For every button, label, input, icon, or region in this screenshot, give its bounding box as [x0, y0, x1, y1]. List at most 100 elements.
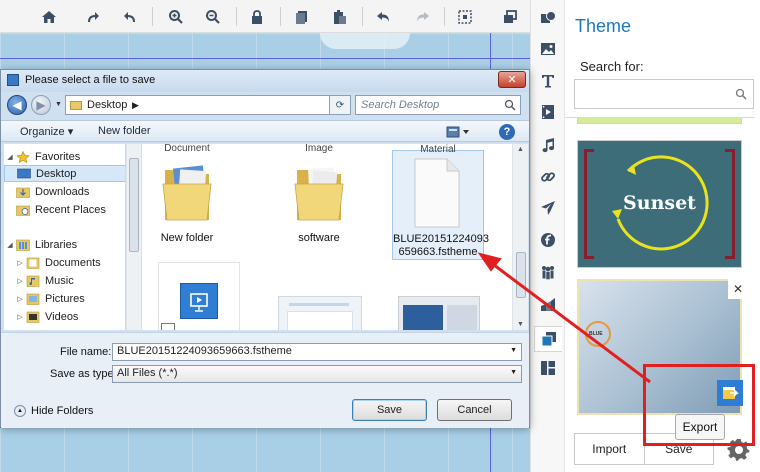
history-dropdown-icon[interactable]: ▼	[55, 101, 62, 108]
expand-icon[interactable]: ▷	[14, 295, 26, 303]
navigation-scrollbar[interactable]	[126, 144, 141, 330]
nav-recent-places[interactable]: Recent Places	[4, 201, 125, 218]
select-area-icon[interactable]	[454, 6, 476, 28]
expand-icon[interactable]: ▷	[14, 259, 26, 267]
redo-icon[interactable]	[411, 6, 433, 28]
navigation-pane: ◢ Favorites Desktop Downloads Recent Pla…	[4, 144, 126, 330]
link-icon[interactable]	[538, 167, 558, 187]
chart-icon[interactable]	[538, 294, 558, 314]
help-icon[interactable]: ?	[499, 124, 515, 140]
group-icon[interactable]	[499, 6, 521, 28]
downloads-icon	[16, 187, 30, 198]
nav-libraries[interactable]: ◢ Libraries	[4, 236, 125, 253]
lock-icon[interactable]	[246, 6, 268, 28]
video-icon[interactable]	[538, 102, 558, 122]
file-caption: New folder	[160, 232, 214, 244]
home-icon[interactable]	[38, 6, 60, 28]
theme-thumbnail-partial[interactable]	[577, 118, 742, 124]
file-name-label: File name:	[60, 346, 112, 358]
nav-pictures[interactable]: ▷ Pictures	[4, 290, 125, 307]
organize-menu[interactable]: Organize ▾	[20, 125, 73, 138]
save-type-value: All Files (*.*)	[117, 367, 178, 379]
file-caption: software	[298, 232, 340, 244]
nav-favorites[interactable]: ◢ Favorites	[4, 148, 125, 165]
search-icon[interactable]	[735, 88, 747, 100]
theme-name-sunset: Sunset	[623, 192, 696, 214]
theme-thumbnail-sunset[interactable]: Sunset	[577, 140, 742, 268]
shape-icon[interactable]	[538, 8, 558, 28]
zoom-in-icon[interactable]	[165, 6, 187, 28]
undo-icon[interactable]	[373, 6, 395, 28]
chevron-down-icon[interactable]: ▼	[510, 347, 517, 354]
toolbar-separator	[280, 7, 281, 26]
cancel-button[interactable]: Cancel	[437, 399, 512, 421]
forward-arrow-icon[interactable]: ▶	[31, 95, 51, 115]
plane-icon[interactable]	[538, 198, 558, 218]
file-name-input[interactable]: BLUE20151224093659663.fstheme ▼	[112, 343, 522, 361]
file-presentation-app[interactable]	[158, 262, 240, 330]
search-desktop-input[interactable]: Search Desktop	[355, 95, 521, 115]
folder-new-folder[interactable]: Document New folder	[142, 144, 232, 260]
chevron-down-icon[interactable]: ▼	[510, 369, 517, 376]
search-icon[interactable]	[504, 99, 516, 111]
desktop-icon	[17, 168, 31, 178]
pictures-icon	[26, 293, 40, 305]
nav-label: Desktop	[36, 167, 77, 180]
view-options-icon[interactable]	[445, 124, 471, 140]
refresh-icon[interactable]: ⟳	[329, 95, 351, 115]
folder-icon	[70, 101, 82, 110]
hide-folders-toggle[interactable]: ▲ Hide Folders	[14, 405, 93, 417]
thumbnail-panel	[447, 305, 477, 330]
new-folder-button[interactable]: New folder	[98, 125, 151, 137]
file-window-thumbnail[interactable]	[398, 296, 480, 330]
file-blue-theme[interactable]: Material BLUE20151224093 659663.fstheme	[392, 144, 489, 260]
theme-search-input[interactable]	[574, 79, 754, 109]
scroll-down-icon[interactable]: ▼	[517, 321, 524, 328]
nav-label: Recent Places	[35, 203, 106, 216]
music-icon[interactable]	[538, 135, 558, 155]
top-toolbar	[0, 0, 530, 33]
file-list-scrollbar[interactable]: ▲ ▼	[512, 144, 528, 330]
import-button[interactable]: Import	[575, 434, 644, 464]
save-type-select[interactable]: All Files (*.*) ▼	[112, 365, 522, 383]
delete-theme-close-icon[interactable]: ✕	[728, 279, 748, 299]
chevron-right-icon[interactable]: ▶	[132, 100, 139, 111]
nav-videos[interactable]: ▷ Videos	[4, 308, 125, 325]
file-screenshot-thumbnail[interactable]	[278, 296, 362, 330]
nav-music[interactable]: ▷ Music	[4, 272, 125, 289]
copy-icon[interactable]	[291, 6, 313, 28]
scroll-thumb[interactable]	[516, 252, 526, 298]
toolbar-separator	[152, 7, 153, 26]
dialog-close-button[interactable]: ✕	[498, 71, 526, 88]
text-icon[interactable]	[538, 71, 558, 91]
flash-icon[interactable]	[538, 230, 558, 250]
layout-icon[interactable]	[538, 358, 558, 378]
folder-software[interactable]: Image software	[274, 144, 364, 260]
nav-documents[interactable]: ▷ Documents	[4, 254, 125, 271]
nav-desktop[interactable]: Desktop	[4, 165, 125, 182]
expand-icon[interactable]: ◢	[4, 153, 16, 161]
address-text: Desktop	[87, 99, 128, 111]
nav-downloads[interactable]: Downloads	[4, 183, 125, 200]
redo-curve-icon[interactable]	[82, 6, 104, 28]
dialog-app-icon	[7, 74, 19, 86]
scroll-up-icon[interactable]: ▲	[517, 146, 524, 153]
theme-icon[interactable]	[534, 326, 562, 352]
people-icon[interactable]	[538, 262, 558, 282]
zoom-out-icon[interactable]	[202, 6, 224, 28]
shortcut-overlay-icon	[161, 323, 175, 330]
back-arrow-icon[interactable]: ◀	[7, 95, 27, 115]
address-bar[interactable]: Desktop ▶ ▼	[65, 95, 347, 115]
scroll-thumb[interactable]	[129, 158, 139, 252]
presentation-app-icon	[180, 283, 218, 319]
undo-curve-icon[interactable]	[119, 6, 141, 28]
panel-title: Theme	[575, 16, 632, 36]
image-icon[interactable]	[538, 39, 558, 59]
expand-icon[interactable]: ▷	[14, 313, 26, 321]
save-button[interactable]: Save	[352, 399, 427, 421]
search-label: Search for:	[580, 59, 644, 74]
command-bar: Organize ▾ New folder ?	[1, 120, 529, 142]
paste-icon[interactable]	[329, 6, 351, 28]
expand-icon[interactable]: ◢	[4, 241, 16, 249]
expand-icon[interactable]: ▷	[14, 277, 26, 285]
